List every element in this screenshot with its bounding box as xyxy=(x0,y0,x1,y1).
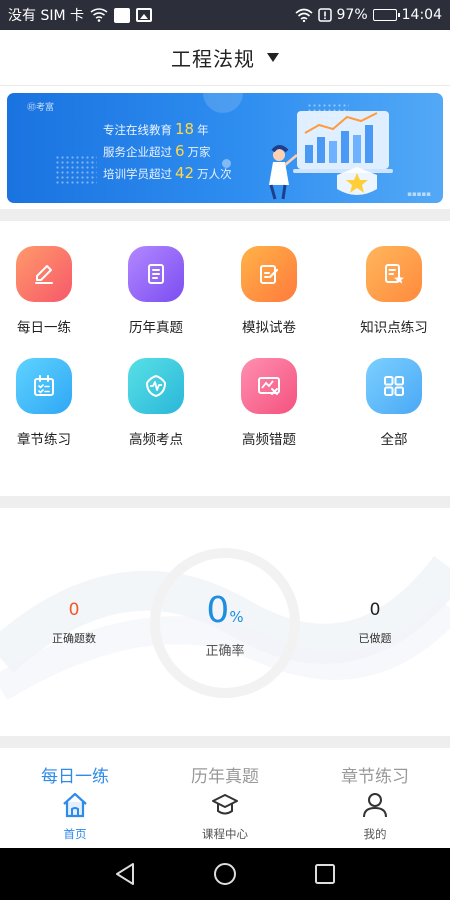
subject-selector[interactable]: 工程法规 xyxy=(0,30,450,86)
promo-banner[interactable]: ㊞考富 专注在线教育 18 年 服务企业超过 6 万家 培训学员超过 42 万人次 ▪▪▪▪… xyxy=(7,93,443,203)
chart-error-icon xyxy=(241,358,297,414)
calendar-check-icon xyxy=(16,358,72,414)
battery-icon xyxy=(372,9,400,21)
app-notification-icon xyxy=(114,7,130,23)
menu-item-chapter-practice[interactable]: 章节练习 xyxy=(0,358,94,448)
banner-watermark: ▪▪▪▪▪ xyxy=(407,190,431,198)
clock: 14:04 xyxy=(401,7,442,23)
battery-percent: 97% xyxy=(336,7,368,23)
correct-count-label: 正确题数 xyxy=(52,632,96,645)
section-divider xyxy=(0,736,450,748)
nav-home[interactable]: 首页 xyxy=(0,788,150,848)
home-icon xyxy=(63,792,87,818)
recents-icon[interactable] xyxy=(314,863,336,885)
menu-item-hot-points[interactable]: 高频考点 xyxy=(106,358,206,448)
status-bar: 没有 SIM 卡 97% 14:04 xyxy=(0,0,450,30)
menu-item-label: 知识点练习 xyxy=(360,320,428,336)
back-icon[interactable] xyxy=(114,862,136,886)
done-count-value: 0 xyxy=(369,600,381,620)
banner-logo: ㊞考富 xyxy=(27,103,55,113)
menu-item-label: 高频考点 xyxy=(129,432,183,448)
user-icon xyxy=(363,793,387,818)
menu-item-label: 模拟试卷 xyxy=(242,320,296,336)
image-notification-icon xyxy=(136,8,152,22)
graduation-cap-icon xyxy=(212,794,238,815)
wifi-icon xyxy=(294,8,313,22)
page-title: 工程法规 xyxy=(171,47,255,71)
menu-item-label: 每日一练 xyxy=(17,320,71,336)
banner-text: 专注在线教育 18 年 服务企业超过 6 万家 培训学员超过 42 万人次 xyxy=(103,120,232,182)
nav-label: 课程中心 xyxy=(202,827,248,841)
menu-item-label: 全部 xyxy=(380,432,408,448)
carrier-text: 没有 SIM 卡 xyxy=(8,8,84,24)
nav-mine[interactable]: 我的 xyxy=(300,788,450,848)
bottom-nav: 首页 课程中心 我的 xyxy=(0,788,450,848)
system-nav-bar xyxy=(0,848,450,900)
dropdown-caret-icon xyxy=(267,53,279,62)
nav-label: 首页 xyxy=(63,827,87,841)
done-count-label: 已做题 xyxy=(358,632,392,645)
accuracy-rate-label: 正确率 xyxy=(205,644,245,659)
alert-icon xyxy=(317,8,332,22)
section-divider xyxy=(0,496,450,508)
menu-item-label: 历年真题 xyxy=(129,320,183,336)
menu-item-frequent-errors[interactable]: 高频错题 xyxy=(219,358,319,448)
banner-circle-decoration xyxy=(203,93,243,113)
document-icon xyxy=(128,246,184,302)
pulse-shield-icon xyxy=(128,358,184,414)
menu-item-past-papers[interactable]: 历年真题 xyxy=(106,246,206,336)
menu-item-label: 章节练习 xyxy=(17,432,71,448)
menu-item-knowledge-practice[interactable]: 知识点练习 xyxy=(344,246,444,336)
menu-item-daily-practice[interactable]: 每日一练 xyxy=(0,246,94,336)
section-divider xyxy=(0,209,450,221)
banner-dots-decoration xyxy=(55,155,97,185)
pencil-icon xyxy=(16,246,72,302)
menu-item-all[interactable]: 全部 xyxy=(344,358,444,448)
edit-paper-icon xyxy=(241,246,297,302)
correct-count-value: 0 xyxy=(68,600,80,620)
menu-item-mock-exam[interactable]: 模拟试卷 xyxy=(219,246,319,336)
accuracy-rate-value: 0% xyxy=(206,590,244,631)
no-sim-wifi-icon xyxy=(90,8,108,22)
menu-item-label: 高频错题 xyxy=(242,432,296,448)
star-note-icon xyxy=(366,246,422,302)
grid-icon xyxy=(366,358,422,414)
nav-course-center[interactable]: 课程中心 xyxy=(150,788,300,848)
banner-illustration xyxy=(269,111,393,200)
nav-label: 我的 xyxy=(363,827,387,841)
home-circle-icon[interactable] xyxy=(213,862,237,886)
